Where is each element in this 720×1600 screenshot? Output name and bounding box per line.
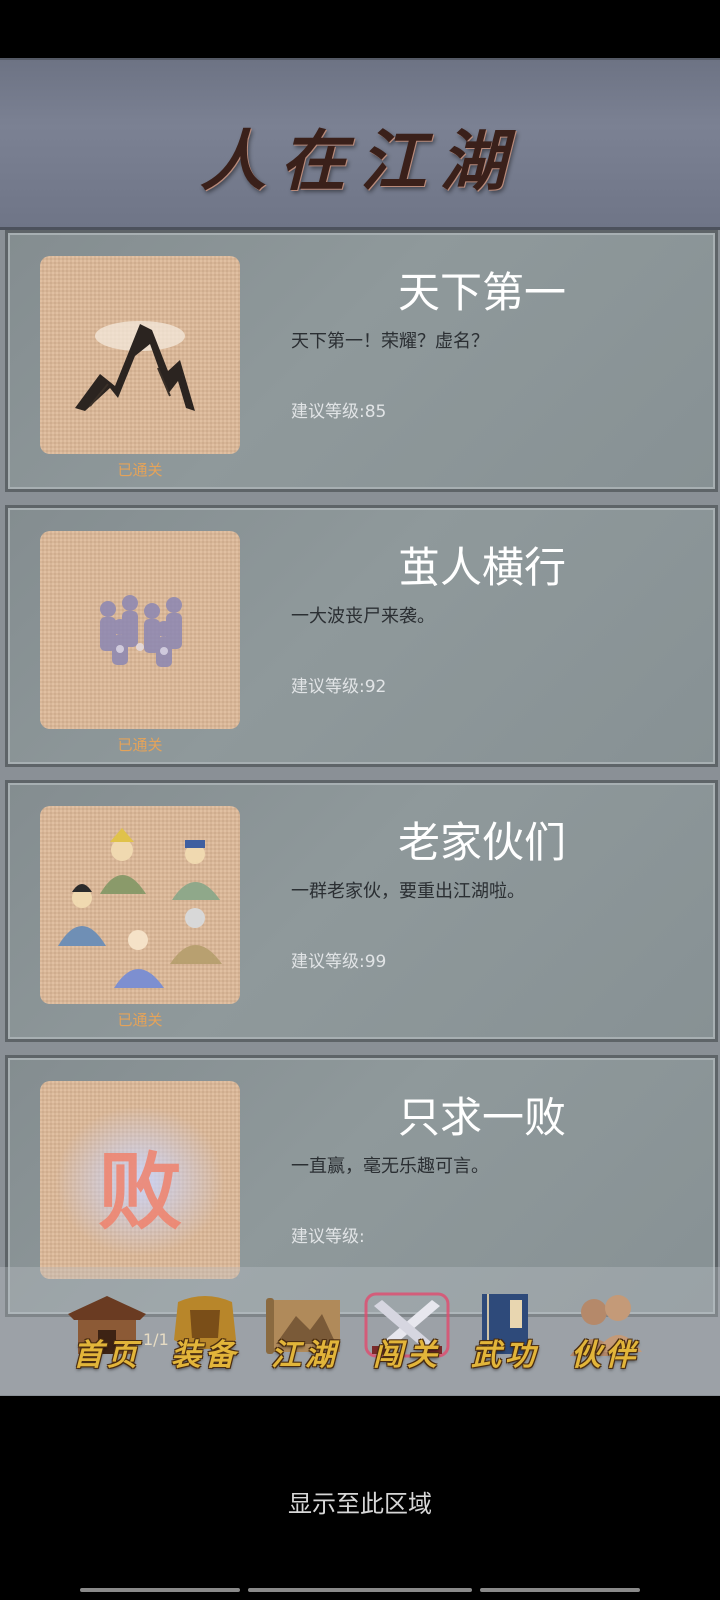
stage-thumbnail bbox=[40, 531, 240, 729]
zombies-icon bbox=[100, 595, 182, 667]
bottom-blank-area: 显示至此区域 bbox=[0, 1396, 720, 1600]
defeat-glyph: 败 bbox=[97, 1142, 182, 1241]
status-bar bbox=[0, 0, 720, 58]
page-title: 人在江湖 bbox=[200, 122, 520, 200]
stage-name: 老家伙们 bbox=[398, 818, 567, 867]
gesture-bar[interactable] bbox=[248, 1588, 472, 1592]
nav-equipment-label: 装备 bbox=[171, 1338, 239, 1373]
stage-list[interactable]: 已通关 天下第一 天下第一！荣耀？虚名？ 建议等级:85 已通关 茧人横行 一大… bbox=[0, 230, 720, 1396]
nav-challenge-label: 闯关 bbox=[373, 1338, 441, 1373]
stage-thumbnail: 败 bbox=[40, 1081, 240, 1279]
gesture-bar[interactable] bbox=[480, 1588, 640, 1592]
stage-description: 天下第一！荣耀？虚名？ bbox=[291, 331, 489, 352]
stage-thumbnail bbox=[40, 806, 240, 1004]
nav-companions-label: 伙伴 bbox=[571, 1338, 639, 1373]
elders-icon bbox=[58, 828, 222, 988]
stage-description: 一群老家伙，要重出江湖啦。 bbox=[291, 881, 525, 902]
stage-card[interactable]: 已通关 老家伙们 一群老家伙，要重出江湖啦。 建议等级:99 bbox=[5, 780, 718, 1042]
stage-name: 茧人横行 bbox=[398, 543, 567, 592]
nav-jianghu[interactable]: 江湖 bbox=[260, 1290, 350, 1380]
nav-home-label: 首页 bbox=[73, 1338, 141, 1373]
recommended-level: 建议等级: bbox=[291, 1227, 365, 1247]
recommended-level: 建议等级:99 bbox=[291, 952, 387, 972]
stage-name: 只求一败 bbox=[398, 1093, 567, 1142]
stage-description: 一大波丧尸来袭。 bbox=[291, 606, 435, 627]
gesture-bar[interactable] bbox=[80, 1588, 240, 1592]
stage-card[interactable]: 已通关 茧人横行 一大波丧尸来袭。 建议等级:92 bbox=[5, 505, 718, 767]
nav-jianghu-label: 江湖 bbox=[271, 1338, 339, 1373]
nav-companions[interactable]: 伙伴 bbox=[560, 1290, 650, 1380]
mountain-icon bbox=[75, 321, 195, 411]
stage-card[interactable]: 已通关 天下第一 天下第一！荣耀？虚名？ 建议等级:85 bbox=[5, 230, 718, 492]
stage-description: 一直赢，毫无乐趣可言。 bbox=[291, 1156, 489, 1177]
stage-name: 天下第一 bbox=[398, 268, 567, 317]
cleared-status: 已通关 bbox=[117, 461, 163, 479]
stage-thumbnail bbox=[40, 256, 240, 454]
cleared-status: 已通关 bbox=[117, 736, 163, 754]
recommended-level: 建议等级:85 bbox=[291, 402, 387, 422]
title-bar: 人在江湖 bbox=[0, 58, 720, 230]
nav-home[interactable]: 首页 bbox=[62, 1290, 152, 1380]
nav-challenge[interactable]: 闯关 bbox=[362, 1290, 452, 1380]
display-area-hint: 显示至此区域 bbox=[288, 1490, 432, 1518]
recommended-level: 建议等级:92 bbox=[291, 677, 387, 697]
nav-martial-arts-label: 武功 bbox=[471, 1338, 539, 1373]
nav-martial-arts[interactable]: 武功 bbox=[460, 1290, 550, 1380]
cleared-status: 已通关 bbox=[117, 1011, 163, 1029]
nav-equipment[interactable]: 装备 bbox=[160, 1290, 250, 1380]
